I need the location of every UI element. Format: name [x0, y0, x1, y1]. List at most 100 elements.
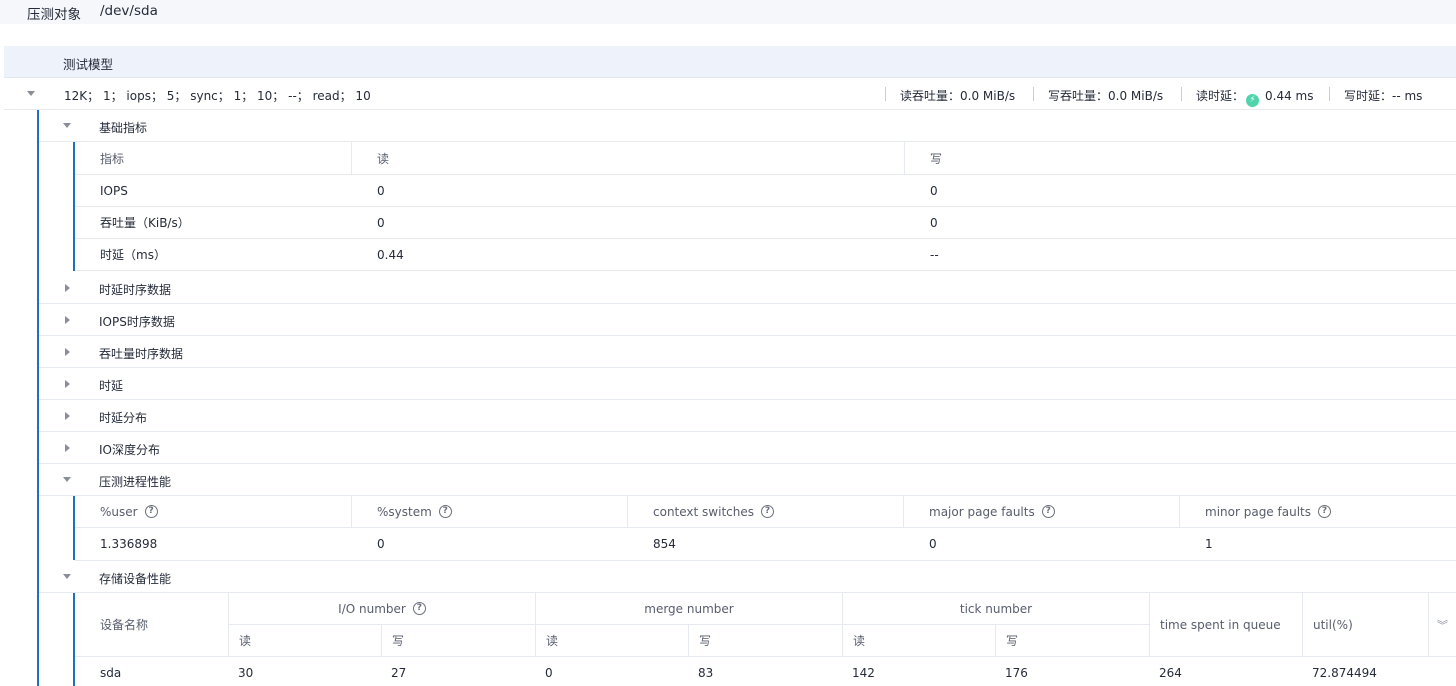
value-cell: 1 — [1205, 537, 1213, 551]
help-icon[interactable]: ? — [761, 505, 774, 518]
table-row: 时延（ms） 0.44 -- — [75, 239, 1456, 271]
write-latency: 写时延：-- ms — [1344, 89, 1423, 103]
read-throughput: 读吞吐量：0.0 MiB/s — [900, 89, 1016, 103]
expand-caret-icon[interactable] — [65, 348, 70, 356]
queue-time-cell: 264 — [1149, 657, 1302, 686]
util-cell: 72.874494 — [1302, 657, 1456, 686]
header-cell: minor page faults? — [1179, 496, 1456, 527]
table-header-row: 指标 读 写 — [75, 142, 1456, 175]
header-cell: %system? — [351, 496, 627, 527]
help-icon[interactable]: ? — [1317, 505, 1331, 518]
header-label: %system — [377, 504, 432, 519]
section-title: 时延时序数据 — [99, 283, 172, 297]
metric-name: IOPS — [100, 183, 128, 198]
header-label: major page faults — [929, 504, 1035, 519]
header-cell: %user? — [75, 496, 351, 527]
table-row: 吞吐量（KiB/s） 0 0 — [75, 207, 1456, 239]
merge-read-cell: 0 — [535, 657, 688, 686]
table-row: IOPS 0 0 — [75, 175, 1456, 207]
section-title: 时延分布 — [99, 411, 148, 425]
header-queue-time: time spent in queue — [1149, 593, 1302, 657]
bolt-icon: ⚡ — [1246, 94, 1260, 107]
header-cell: 指标 — [100, 151, 125, 166]
section-title: IOPS时序数据 — [99, 315, 175, 329]
header-expand-cell: ︾ — [1428, 593, 1456, 657]
header-group-io-number: I/O number? — [228, 593, 535, 625]
header-device-name: 设备名称 — [75, 593, 228, 657]
section-latency-distribution[interactable]: 时延分布 — [39, 400, 1456, 432]
expand-caret-icon[interactable] — [65, 444, 70, 452]
section-io-depth-distribution[interactable]: IO深度分布 — [39, 432, 1456, 464]
expand-caret-icon[interactable] — [65, 380, 70, 388]
model-params: 12K； 1； iops； 5； sync； 1； 10； --； read； … — [64, 89, 371, 103]
header-cell: 写 — [904, 142, 1456, 174]
section-title: 压测进程性能 — [99, 475, 172, 489]
model-title: 测试模型 — [63, 57, 114, 72]
read-value: 0 — [377, 183, 385, 198]
help-icon[interactable]: ? — [412, 602, 426, 615]
expand-caret-icon[interactable] — [65, 412, 70, 420]
tick-read-cell: 142 — [842, 657, 995, 686]
table-header-row: %user? %system? context switches? major … — [75, 496, 1456, 528]
read-latency-value: 0.44 ms — [1265, 89, 1314, 103]
header-cell: context switches? — [627, 496, 903, 527]
section-title: 存储设备性能 — [99, 572, 172, 586]
read-value: 0.44 — [377, 247, 404, 262]
io-read-cell: 30 — [228, 657, 381, 686]
tick-write-cell: 176 — [995, 657, 1149, 686]
header-label: I/O number — [338, 601, 406, 616]
read-value: 0 — [377, 215, 385, 230]
storage-performance-table: 设备名称 I/O number? merge number tick numbe… — [75, 593, 1456, 686]
divider — [1181, 87, 1182, 101]
header-label: minor page faults — [1205, 504, 1311, 519]
header-group-merge-number: merge number — [535, 593, 842, 625]
subheader-write: 写 — [381, 625, 535, 657]
divider — [1033, 87, 1034, 101]
double-chevron-down-icon[interactable]: ︾ — [1437, 617, 1448, 633]
expand-caret-icon[interactable] — [65, 316, 70, 324]
value-cell: 854 — [653, 537, 676, 551]
section-title: 吞吐量时序数据 — [99, 347, 184, 361]
collapse-caret-icon[interactable] — [63, 477, 71, 482]
write-value: 0 — [930, 215, 938, 230]
help-icon[interactable]: ? — [438, 505, 452, 518]
section-title: 基础指标 — [99, 121, 148, 135]
collapse-caret-icon[interactable] — [27, 91, 35, 96]
metric-name: 时延（ms） — [100, 248, 166, 262]
write-value: -- — [930, 247, 939, 262]
write-value: 0 — [930, 183, 938, 198]
target-label: 压测对象 — [27, 7, 81, 23]
header-util: util(%) — [1302, 593, 1428, 657]
device-name-cell: sda — [75, 657, 228, 686]
section-latency-timeseries[interactable]: 时延时序数据 — [39, 272, 1456, 304]
read-latency-label: 读时延： — [1196, 89, 1245, 103]
header-label: context switches — [653, 504, 754, 519]
section-title: 时延 — [99, 379, 124, 393]
subheader-write: 写 — [688, 625, 842, 657]
collapse-caret-icon[interactable] — [63, 574, 71, 579]
model-header: 测试模型 — [4, 46, 1456, 78]
section-basic-metrics[interactable]: 基础指标 — [39, 110, 1456, 142]
value-cell: 1.336898 — [100, 537, 158, 551]
model-summary-row[interactable]: 12K； 1； iops； 5； sync； 1； 10； --； read； … — [4, 78, 1456, 110]
help-icon[interactable]: ? — [144, 505, 158, 518]
header-group-tick-number: tick number — [842, 593, 1149, 625]
section-throughput-timeseries[interactable]: 吞吐量时序数据 — [39, 336, 1456, 368]
section-process-performance[interactable]: 压测进程性能 — [39, 464, 1456, 496]
subheader-write: 写 — [995, 625, 1149, 657]
help-icon[interactable]: ? — [1041, 505, 1055, 518]
header-cell: major page faults? — [903, 496, 1179, 527]
section-iops-timeseries[interactable]: IOPS时序数据 — [39, 304, 1456, 336]
merge-write-cell: 83 — [688, 657, 842, 686]
write-throughput: 写吞吐量：0.0 MiB/s — [1048, 89, 1164, 103]
subheader-read: 读 — [842, 625, 995, 657]
target-bar: 压测对象 /dev/sda — [0, 0, 1456, 24]
section-title: IO深度分布 — [99, 443, 160, 457]
expand-caret-icon[interactable] — [65, 284, 70, 292]
section-storage-performance[interactable]: 存储设备性能 — [39, 561, 1456, 593]
divider — [885, 87, 886, 101]
collapse-caret-icon[interactable] — [63, 123, 71, 128]
section-latency[interactable]: 时延 — [39, 368, 1456, 400]
target-value: /dev/sda — [100, 3, 158, 19]
divider — [1329, 87, 1330, 101]
